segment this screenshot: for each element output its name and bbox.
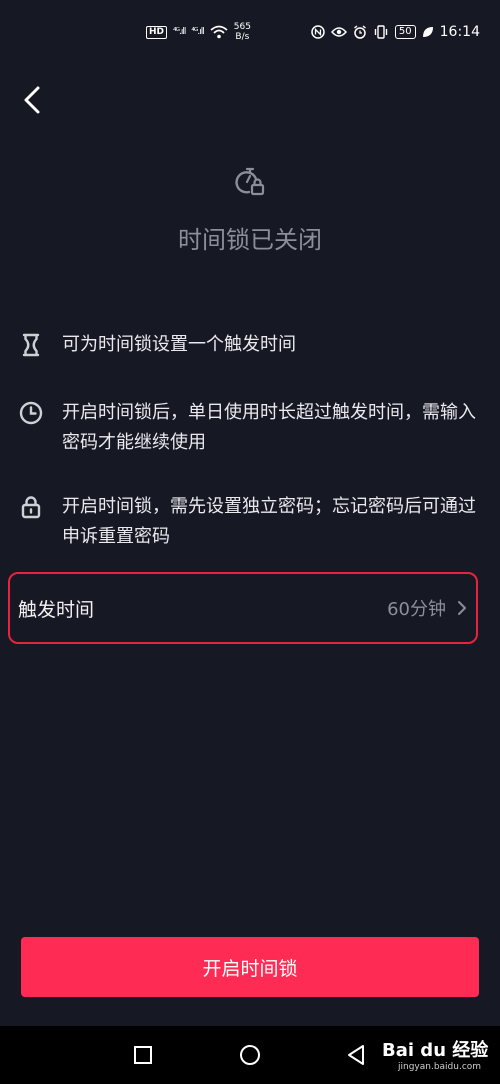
eye-icon: [330, 27, 347, 37]
battery-icon: 50: [394, 25, 416, 39]
alarm-icon: [353, 25, 366, 39]
status-bar: HD ⁴ᴳ.ıll ⁴ᴳ.ıll 565 B/s 50 16:14: [0, 0, 500, 72]
wifi-icon: [210, 25, 228, 39]
trigger-time-value: 60分钟: [387, 599, 446, 620]
feature-text: 开启时间锁，需先设置独立密码；忘记密码后可通过申诉重置密码: [62, 496, 476, 547]
clock-time: 16:14: [439, 24, 480, 40]
feature-item-password: 开启时间锁，需先设置独立密码；忘记密码后可通过申诉重置密码: [18, 492, 488, 552]
net-speed: 565 B/s: [234, 22, 251, 42]
status-right: 50 16:14: [311, 24, 480, 40]
trigger-time-label: 触发时间: [18, 598, 95, 621]
status-left: HD ⁴ᴳ.ıll ⁴ᴳ.ıll 565 B/s: [146, 22, 251, 42]
back-button[interactable]: [14, 80, 54, 120]
hourglass-icon: [22, 333, 40, 357]
signal-icon-2: ⁴ᴳ.ıll: [191, 27, 204, 37]
baidu-watermark: Bai du 经验: [382, 1040, 489, 1061]
nfc-icon: [311, 25, 325, 39]
hd-badge: HD: [146, 25, 168, 39]
trigger-time-value-group: 60分钟: [387, 595, 468, 621]
feature-item-trigger-time: 可为时间锁设置一个触发时间: [18, 330, 488, 360]
clock-icon: [19, 401, 43, 425]
page-title: 时间锁已关闭: [178, 226, 322, 254]
vibrate-icon: [374, 25, 388, 39]
recents-square-icon[interactable]: [131, 1043, 155, 1067]
chevron-left-icon: [24, 86, 40, 114]
baidu-watermark-url: jingyan.baidu.com: [398, 1062, 482, 1072]
home-circle-icon[interactable]: [238, 1043, 262, 1067]
timer-lock-icon: [235, 167, 265, 196]
feature-text: 开启时间锁后，单日使用时长超过触发时间，需输入密码才能继续使用: [62, 402, 476, 453]
chevron-right-icon: [458, 601, 466, 615]
back-triangle-icon[interactable]: [344, 1043, 368, 1067]
enable-time-lock-button[interactable]: 开启时间锁: [21, 937, 479, 997]
net-speed-value: 565: [233, 22, 251, 32]
lock-icon: [21, 496, 41, 519]
net-speed-unit: B/s: [235, 32, 250, 42]
leaf-icon: [422, 27, 433, 37]
feature-text: 可为时间锁设置一个触发时间: [62, 334, 296, 355]
signal-icon-1: ⁴ᴳ.ıll: [173, 27, 186, 37]
trigger-time-row[interactable]: 触发时间 60分钟: [8, 572, 478, 644]
feature-item-usage-limit: 开启时间锁后，单日使用时长超过触发时间，需输入密码才能继续使用: [18, 398, 488, 458]
